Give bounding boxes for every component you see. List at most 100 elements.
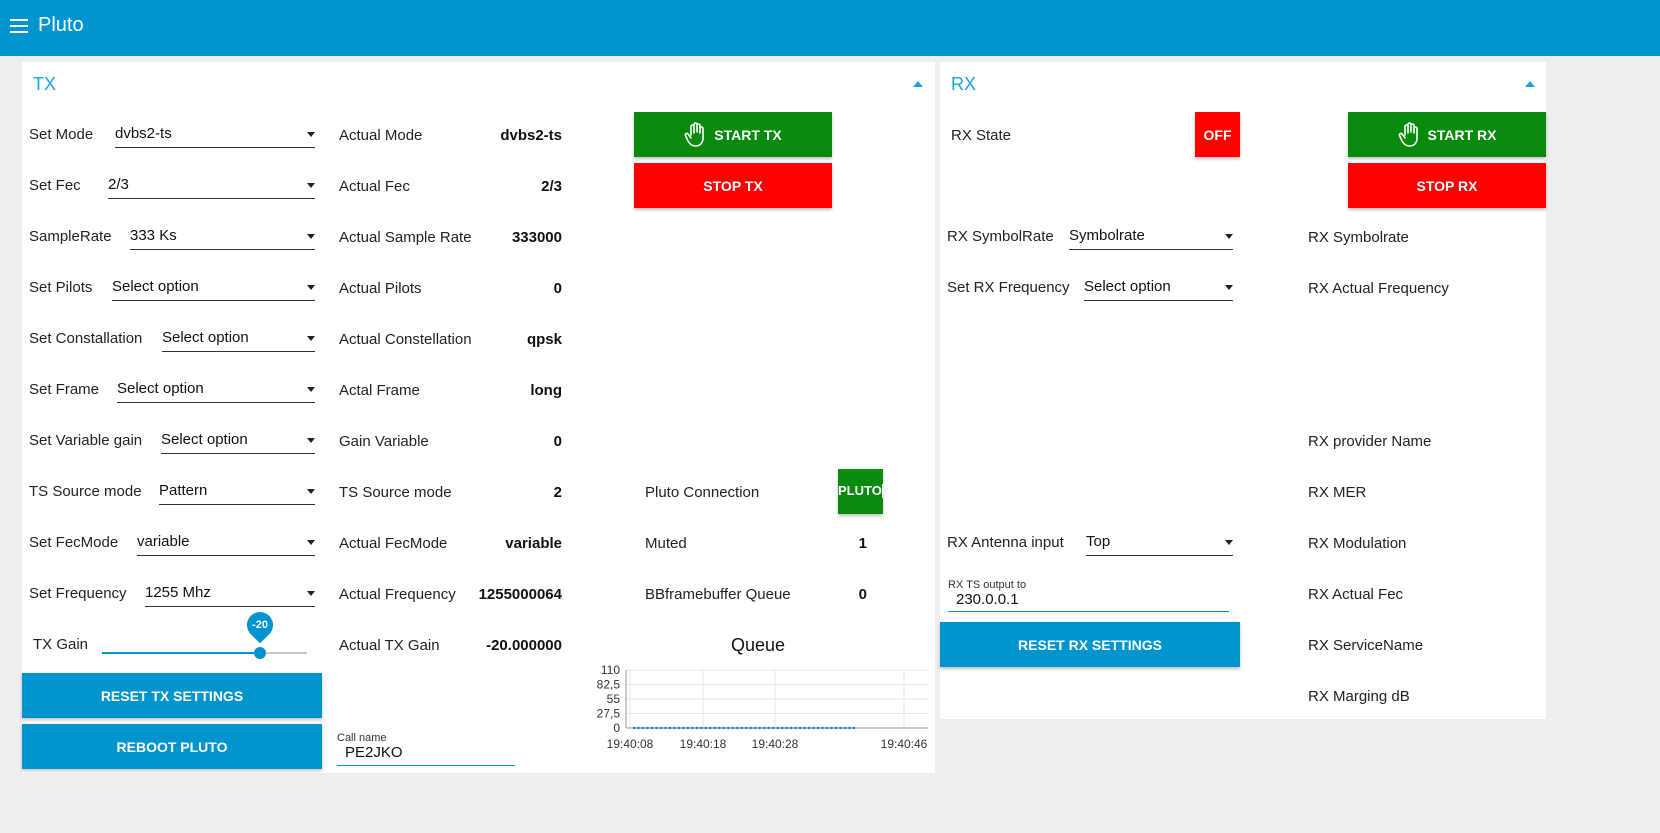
set-frequency-select[interactable]: 1255 Mhz	[145, 584, 315, 607]
queue-data-point	[655, 726, 658, 730]
queue-data-point	[852, 726, 856, 730]
start-rx-button[interactable]: START RX	[1348, 112, 1546, 157]
rx-ts-output-field[interactable]: RX TS output to 230.0.0.1	[948, 579, 1229, 612]
actual-frequency-label: Actual Frequency	[339, 586, 456, 603]
ts-source-mode-select[interactable]: Pattern	[159, 482, 315, 505]
queue-data-point	[695, 726, 699, 730]
hamburger-menu-icon[interactable]	[10, 19, 28, 33]
y-tick-label: 110	[601, 663, 620, 677]
dropdown-arrow-icon	[307, 183, 315, 188]
set-constellation-value: Select option	[162, 329, 249, 346]
queue-data-point	[646, 726, 649, 730]
start-tx-button[interactable]: START TX	[634, 112, 832, 157]
bbframebuffer-queue-value: 0	[858, 586, 867, 603]
actual-frame-value: long	[530, 382, 562, 399]
bbframebuffer-queue-label: BBframebuffer Queue	[645, 586, 791, 603]
queue-data-point	[789, 726, 793, 730]
actual-fec-label: Actual Fec	[339, 178, 410, 195]
set-rx-frequency-label: Set RX Frequency	[947, 279, 1070, 296]
slider-thumb[interactable]	[254, 647, 266, 659]
rx-collapse-icon[interactable]	[1525, 81, 1535, 87]
rx-actual-fec-label: RX Actual Fec	[1308, 586, 1404, 603]
rx-modulation-label: RX Modulation	[1308, 535, 1407, 552]
set-frame-value: Select option	[117, 380, 204, 397]
call-name-field[interactable]: Call name PE2JKO	[337, 732, 515, 766]
set-frame-label: Set Frame	[29, 381, 100, 398]
rx-ts-output-label: RX TS output to	[948, 579, 1027, 591]
rx-actual-frequency-label: RX Actual Frequency	[1308, 280, 1449, 297]
reboot-pluto-button[interactable]: REBOOT PLUTO	[22, 724, 322, 769]
queue-data-point	[731, 726, 734, 730]
queue-data-point	[740, 726, 743, 730]
samplerate-label: SampleRate	[29, 228, 112, 245]
queue-data-point	[682, 726, 685, 730]
queue-data-point	[637, 726, 640, 730]
queue-data-point	[825, 726, 829, 730]
set-variable-gain-label: Set Variable gain	[29, 432, 143, 449]
set-mode-value: dvbs2-ts	[115, 125, 172, 142]
tx-collapse-icon[interactable]	[913, 81, 923, 87]
set-mode-select[interactable]: dvbs2-ts	[115, 125, 315, 148]
actual-sample-rate-label: Actual Sample Rate	[339, 229, 472, 246]
rx-symbolrate-select[interactable]: Symbolrate	[1069, 227, 1233, 250]
queue-data-point	[807, 726, 811, 730]
queue-data-point	[664, 726, 667, 730]
y-tick-label: 0	[613, 721, 620, 735]
set-rx-frequency-value: Select option	[1084, 278, 1171, 295]
tx-gain-value: -20	[252, 619, 268, 631]
actual-tx-gain-value: -20.000000	[486, 637, 562, 654]
queue-data-point	[771, 726, 775, 730]
queue-data-point	[736, 726, 739, 730]
stop-rx-button[interactable]: STOP RX	[1348, 163, 1546, 208]
dropdown-arrow-icon	[307, 591, 315, 596]
hand-icon	[1398, 121, 1418, 147]
dropdown-arrow-icon	[1225, 285, 1233, 290]
set-pilots-value: Select option	[112, 278, 199, 295]
set-fec-select[interactable]: 2/3	[108, 176, 315, 199]
reset-rx-settings-button[interactable]: RESET RX SETTINGS	[940, 622, 1240, 667]
stop-tx-button[interactable]: STOP TX	[634, 163, 832, 208]
set-pilots-select[interactable]: Select option	[112, 278, 315, 301]
queue-data-point	[718, 726, 721, 730]
dropdown-arrow-icon	[307, 132, 315, 137]
actual-fec-value: 2/3	[541, 178, 562, 195]
y-tick-label: 82,5	[597, 678, 621, 692]
samplerate-select[interactable]: 333 Ks	[130, 227, 315, 250]
start-tx-label: START TX	[714, 126, 782, 143]
actual-ts-source-mode-label: TS Source mode	[339, 484, 452, 501]
tx-gain-slider[interactable]: -20	[102, 606, 307, 660]
queue-data-point	[798, 726, 802, 730]
queue-data-point	[839, 726, 842, 730]
queue-data-point	[668, 726, 672, 730]
queue-data-point	[677, 726, 681, 730]
queue-data-point	[803, 726, 806, 730]
actual-frequency-value: 1255000064	[478, 586, 562, 603]
pluto-connection-label: Pluto Connection	[645, 484, 760, 501]
dropdown-arrow-icon	[1225, 234, 1233, 239]
queue-data-point	[848, 726, 851, 730]
dropdown-arrow-icon	[307, 489, 315, 494]
set-fecmode-select[interactable]: variable	[137, 533, 315, 556]
queue-data-point	[821, 726, 824, 730]
set-frame-select[interactable]: Select option	[117, 380, 315, 403]
queue-data-point	[673, 726, 676, 730]
queue-data-point	[754, 726, 757, 730]
reset-tx-settings-button[interactable]: RESET TX SETTINGS	[22, 673, 322, 718]
y-tick-label: 27,5	[597, 707, 621, 721]
actual-fecmode-label: Actual FecMode	[339, 535, 448, 552]
indicator-edge	[882, 484, 883, 498]
y-tick-label: 55	[607, 692, 621, 706]
slider-value-bubble: -20	[241, 606, 279, 644]
rx-state-label: RX State	[951, 127, 1012, 144]
set-rx-frequency-select[interactable]: Select option	[1084, 278, 1233, 301]
pluto-connection-indicator: PLUTO	[838, 469, 883, 514]
set-constellation-select[interactable]: Select option	[162, 329, 315, 352]
rx-antenna-input-select[interactable]: Top	[1086, 533, 1233, 556]
set-variable-gain-select[interactable]: Select option	[161, 431, 315, 454]
rx-mer-label: RX MER	[1308, 484, 1367, 501]
queue-data-point	[830, 726, 833, 730]
actual-mode-value: dvbs2-ts	[500, 127, 562, 144]
dropdown-arrow-icon	[307, 234, 315, 239]
queue-data-point	[834, 726, 838, 730]
queue-data-point	[812, 726, 815, 730]
